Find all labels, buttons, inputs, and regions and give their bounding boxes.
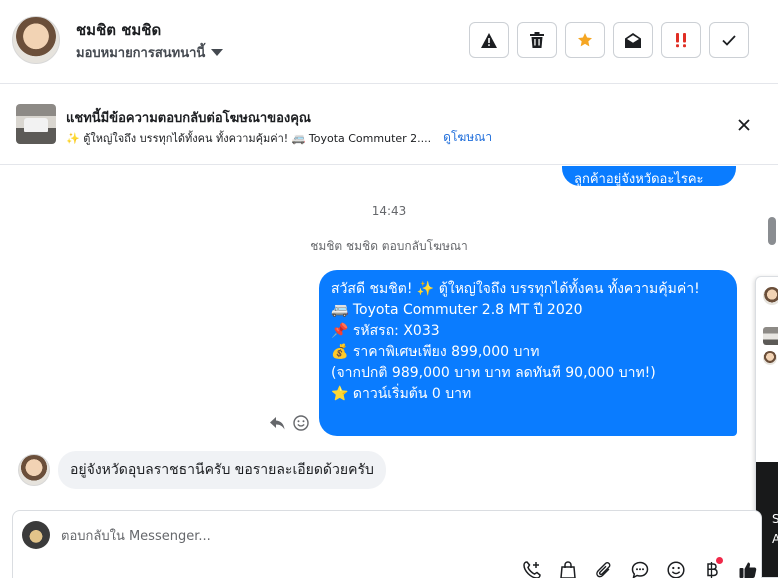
- ad-snippet: ✨ ตู้ใหญ่ใจถึง บรรทุกได้ทั้งคน ทั้งความค…: [66, 131, 432, 145]
- caret-down-icon: [211, 49, 224, 56]
- message-line: สวัสดี ชมชิต! ✨ ตู้ใหญ่ใจถึง บรรทุกได้ทั…: [331, 281, 700, 297]
- smiley-icon: [293, 415, 309, 431]
- composer: [12, 510, 762, 578]
- view-ad-link[interactable]: ดูโฆษณา: [443, 128, 492, 147]
- message-timestamp: 14:43: [371, 204, 407, 218]
- emoji-button[interactable]: [665, 559, 687, 578]
- saved-reply-icon: [631, 561, 649, 578]
- ad-banner-row: ✨ ตู้ใหญ่ใจถึง บรรทุกได้ทั้งคน ทั้งความค…: [66, 128, 492, 147]
- message-line: 📌 รหัสรถ: X033: [331, 323, 440, 339]
- message-hover-actions: [268, 414, 310, 432]
- composer-toolbar: [521, 557, 759, 578]
- close-banner-button[interactable]: [734, 115, 754, 135]
- assign-label: มอบหมายการสนทนานี้: [76, 46, 206, 61]
- scrollbar-thumb[interactable]: [768, 217, 776, 245]
- shop-button[interactable]: [557, 559, 579, 578]
- delete-button[interactable]: [517, 22, 557, 58]
- conversation-header: ชมชิต ชมชิด มอบหมายการสนทนานี้: [0, 0, 778, 84]
- attach-button[interactable]: [593, 559, 615, 578]
- checkmark-icon: [722, 34, 736, 46]
- page-avatar: [22, 521, 50, 549]
- message-line: 💰 ราคาพิเศษเพียง 899,000 บาท: [331, 344, 540, 360]
- mark-unread-button[interactable]: [613, 22, 653, 58]
- ad-banner-title: แชทนี้มีข้อความตอบกลับต่อโฆษณาของคุณ: [66, 111, 311, 126]
- paperclip-icon: [596, 562, 611, 578]
- shopping-bag-icon: [560, 561, 576, 578]
- thumbs-up-icon: [739, 562, 757, 578]
- side-avatar[interactable]: [763, 287, 778, 305]
- outgoing-ad-message[interactable]: สวัสดี ชมชิต! ✨ ตู้ใหญ่ใจถึง บรรทุกได้ทั…: [319, 270, 737, 436]
- spam-button[interactable]: [469, 22, 509, 58]
- message-thread: ลูกค้าอยู่จังหวัดอะไรคะ 14:43 ชมชิต ชมชิ…: [0, 166, 762, 510]
- ad-reply-banner: แชทนี้มีข้อความตอบกลับต่อโฆษณาของคุณ ✨ ต…: [0, 85, 778, 165]
- reply-button[interactable]: [268, 414, 286, 432]
- reply-icon: [269, 416, 284, 429]
- trash-icon: [530, 32, 544, 48]
- ad-reply-note: ชมชิต ชมชิด ตอบกลับโฆษณา: [310, 239, 468, 253]
- close-icon: [738, 119, 750, 131]
- contact-name[interactable]: ชมชิต ชมชิด: [76, 18, 161, 42]
- contact-avatar[interactable]: [12, 16, 60, 64]
- side-letter: S: [772, 512, 778, 526]
- star-icon: [578, 33, 592, 47]
- react-button[interactable]: [292, 414, 310, 432]
- ad-thumbnail[interactable]: [16, 104, 56, 144]
- reply-input[interactable]: [61, 526, 661, 546]
- side-letter: A: [772, 532, 778, 546]
- side-avatar[interactable]: [763, 351, 777, 365]
- message-line: (จากปกติ 989,000 บาท บาท ลดทันที 90,000 …: [331, 365, 656, 381]
- envelope-open-icon: [625, 32, 641, 48]
- star-button[interactable]: [565, 22, 605, 58]
- assign-conversation-dropdown[interactable]: มอบหมายการสนทนานี้: [76, 42, 224, 63]
- mark-done-button[interactable]: [709, 22, 749, 58]
- like-button[interactable]: [737, 559, 759, 578]
- follow-up-button[interactable]: [661, 22, 701, 58]
- side-ad-thumbnail[interactable]: [763, 327, 778, 345]
- warning-icon: [481, 32, 497, 48]
- double-exclamation-icon: [676, 33, 686, 48]
- conversation-actions: [469, 22, 749, 58]
- saved-replies-button[interactable]: [629, 559, 651, 578]
- message-line: ⭐ ดาวน์เริ่มต้น 0 บาท: [331, 386, 472, 402]
- incoming-message[interactable]: อยู่จังหวัดอุบลราชธานีครับ ขอรายละเอียดด…: [58, 451, 386, 489]
- outgoing-message[interactable]: ลูกค้าอยู่จังหวัดอะไรคะ: [562, 166, 736, 186]
- payment-button[interactable]: [701, 557, 723, 578]
- contact-avatar-small[interactable]: [18, 454, 50, 486]
- emoji-icon: [667, 561, 685, 578]
- message-line: 🚐 Toyota Commuter 2.8 MT ปี 2020: [331, 302, 583, 318]
- add-contact-icon: [523, 561, 541, 578]
- notification-dot: [716, 557, 723, 564]
- add-contact-button[interactable]: [521, 559, 543, 578]
